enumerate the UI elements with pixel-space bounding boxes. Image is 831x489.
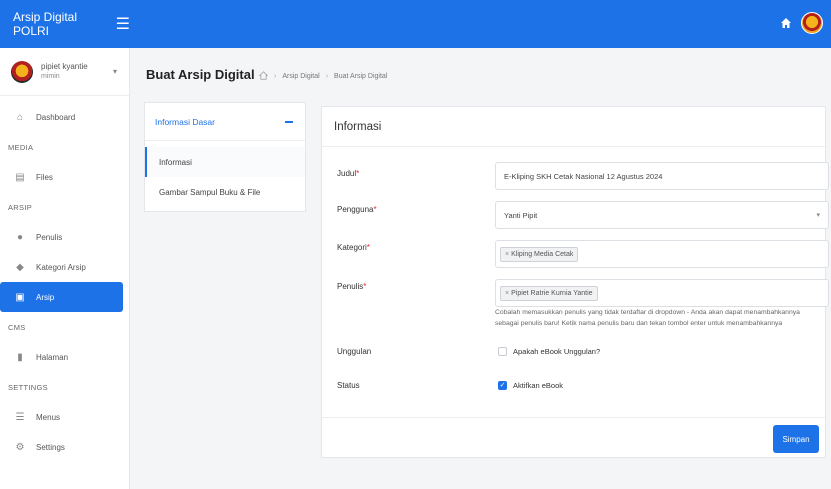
archive-icon: ▣ xyxy=(15,291,25,303)
section-nav-card: Informasi Dasar Informasi Gambar Sampul … xyxy=(144,102,306,212)
penulis-chip[interactable]: × Pipiet Ratrie Kurnia Yantie xyxy=(500,285,598,301)
judul-value: E-Kliping SKH Cetak Nasional 12 Agustus … xyxy=(504,171,663,181)
kategori-chip[interactable]: × Kliping Media Cetak xyxy=(500,246,579,262)
sidebar-item-label: Dashboard xyxy=(36,112,76,122)
sidebar-section-arsip: ARSIP xyxy=(8,202,33,212)
pengguna-label: Pengguna* xyxy=(337,205,377,214)
sidebar-item-label: Halaman xyxy=(36,352,69,362)
avatar[interactable] xyxy=(801,12,823,34)
section-nav-header[interactable]: Informasi Dasar xyxy=(145,103,305,141)
top-right-actions xyxy=(780,12,823,34)
form-card-title: Informasi xyxy=(322,107,825,147)
sidebar-item-penulis[interactable]: ● Penulis xyxy=(0,222,129,252)
form-divider xyxy=(322,417,825,418)
user-text: pipiet kyantie mimin xyxy=(41,62,88,82)
unggulan-checkbox[interactable] xyxy=(498,347,507,356)
sidebar-section-cms: CMS xyxy=(8,322,26,332)
home-icon: ⌂ xyxy=(16,111,24,123)
form-card: Informasi Judul* E-Kliping SKH Cetak Nas… xyxy=(321,106,829,458)
sidebar-item-settings[interactable]: ⚙ Settings xyxy=(0,432,129,462)
sidebar-item-kategori-arsip[interactable]: ◆ Kategori Arsip xyxy=(0,252,129,282)
sidebar-item-label: Kategori Arsip xyxy=(36,262,86,272)
penulis-multiselect[interactable]: × Pipiet Ratrie Kurnia Yantie xyxy=(495,279,829,307)
hamburger-icon[interactable]: ☰ xyxy=(116,14,130,34)
tab-label: Gambar Sampul Buku & File xyxy=(159,187,261,197)
check-icon[interactable]: ✓ xyxy=(498,381,507,390)
page-title: Buat Arsip Digital xyxy=(146,67,255,82)
unggulan-label: Unggulan xyxy=(337,347,372,356)
home-icon[interactable] xyxy=(258,71,269,82)
user-avatar xyxy=(11,60,33,83)
collapse-icon[interactable] xyxy=(285,120,293,123)
sidebar-item-label: Penulis xyxy=(36,232,63,242)
folder-icon: ▤ xyxy=(15,171,25,183)
tag-icon: ◆ xyxy=(16,261,24,273)
sidebar-item-label: Arsip xyxy=(36,292,55,302)
status-checkbox-label: Aktifkan eBook xyxy=(513,381,564,390)
penulis-help-text: Cobalah memasukkan penulis yang tidak te… xyxy=(495,309,800,327)
unggulan-checkbox-label: Apakah eBook Unggulan? xyxy=(513,347,601,356)
remove-icon[interactable]: × xyxy=(505,251,509,258)
sidebar-item-label: Menus xyxy=(36,412,61,422)
save-button[interactable]: Simpan xyxy=(773,425,819,453)
sidebar-item-label: Files xyxy=(36,172,53,182)
remove-icon[interactable]: × xyxy=(505,290,509,297)
user-box[interactable]: pipiet kyantie mimin ▾ xyxy=(0,48,129,96)
breadcrumb-item-current: Buat Arsip Digital xyxy=(334,73,388,80)
kategori-multiselect[interactable]: × Kliping Media Cetak xyxy=(495,240,829,268)
judul-input[interactable]: E-Kliping SKH Cetak Nasional 12 Agustus … xyxy=(495,162,829,190)
sidebar-item-files[interactable]: ▤ Files xyxy=(0,162,129,192)
sidebar-item-label: Settings xyxy=(36,442,65,452)
status-label: Status xyxy=(337,381,360,390)
tab-gambar-sampul[interactable]: Gambar Sampul Buku & File xyxy=(145,177,305,207)
page-icon: ▮ xyxy=(17,351,23,363)
sidebar-section-settings: SETTINGS xyxy=(8,382,48,392)
user-role: mimin xyxy=(41,72,60,80)
sidebar-item-halaman[interactable]: ▮ Halaman xyxy=(0,342,129,372)
brand: Arsip Digital POLRI ☰ xyxy=(0,0,130,48)
sidebar-item-menus[interactable]: ☰ Menus xyxy=(0,402,129,432)
breadcrumb: › Arsip Digital › Buat Arsip Digital xyxy=(258,71,388,82)
home-icon[interactable] xyxy=(780,17,792,29)
users-icon: ● xyxy=(16,231,24,243)
judul-label: Judul* xyxy=(337,169,360,178)
unggulan-checkbox-row[interactable]: Apakah eBook Unggulan? xyxy=(498,347,600,356)
top-bar: Arsip Digital POLRI ☰ xyxy=(0,0,831,48)
sidebar: pipiet kyantie mimin ▾ ⌂ Dashboard MEDIA… xyxy=(0,48,130,489)
chevron-down-icon: ▾ xyxy=(816,212,820,219)
sidebar-item-dashboard[interactable]: ⌂ Dashboard xyxy=(0,102,129,132)
tab-informasi[interactable]: Informasi xyxy=(145,147,305,177)
list-icon: ☰ xyxy=(15,411,25,423)
sidebar-item-arsip[interactable]: ▣ Arsip xyxy=(0,282,123,312)
penulis-label: Penulis* xyxy=(337,282,367,291)
user-name: pipiet kyantie xyxy=(41,61,88,71)
section-nav-title: Informasi Dasar xyxy=(155,116,215,127)
chevron-right-icon: › xyxy=(325,73,329,80)
pengguna-value: Yanti Pipit xyxy=(504,210,538,220)
brand-title[interactable]: Arsip Digital POLRI xyxy=(13,10,108,38)
kategori-label: Kategori* xyxy=(337,243,370,252)
status-checkbox-row[interactable]: ✓ Aktifkan eBook xyxy=(498,381,563,390)
tab-label: Informasi xyxy=(159,157,192,167)
gear-icon: ⚙ xyxy=(15,441,25,453)
chevron-down-icon[interactable]: ▾ xyxy=(113,67,117,76)
breadcrumb-item[interactable]: Arsip Digital xyxy=(282,73,319,80)
pengguna-select[interactable]: Yanti Pipit ▾ xyxy=(495,201,829,229)
chevron-right-icon: › xyxy=(274,73,277,80)
sidebar-section-media: MEDIA xyxy=(8,142,34,152)
